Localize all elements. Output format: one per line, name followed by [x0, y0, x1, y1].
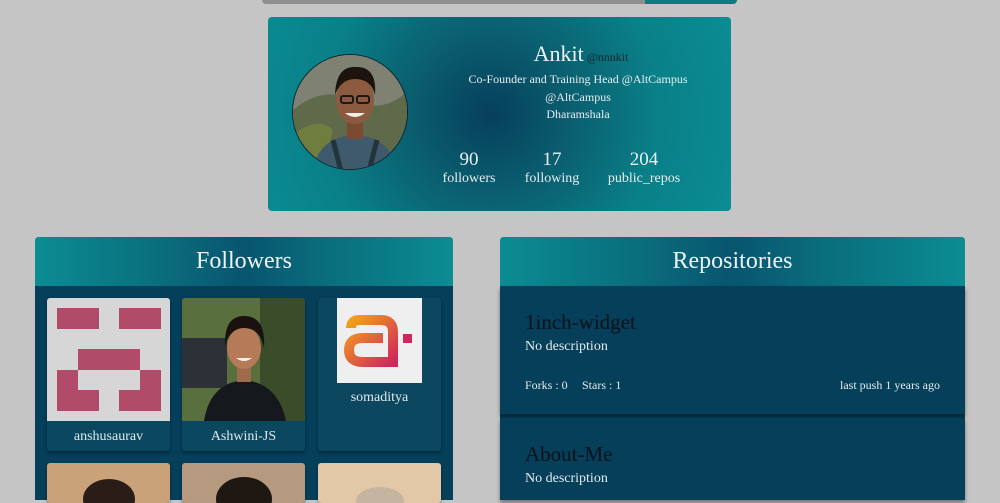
stat-followers-value: 90 — [459, 149, 479, 170]
stat-public-repos-value: 204 — [629, 149, 659, 170]
follower-card[interactable] — [182, 463, 305, 503]
stat-public-repos-label: public_repos — [607, 171, 681, 186]
stat-followers: 90 followers — [438, 150, 500, 188]
follower-card-anshusaurav[interactable]: anshusaurav — [47, 298, 170, 451]
follower-card-ashwini-js[interactable]: Ashwini-JS — [182, 298, 305, 451]
repo-forks: Forks : 0 — [525, 378, 568, 392]
repositories-panel: Repositories 1inch-widget No description… — [500, 237, 965, 500]
repo-description: No description — [525, 471, 608, 486]
stat-following-label: following — [524, 171, 580, 186]
repo-card-about-me[interactable]: About-Me No description — [500, 418, 965, 500]
follower-avatar — [47, 298, 170, 421]
follower-username[interactable]: somaditya — [318, 390, 441, 406]
profile-handle: @nnnkit — [586, 50, 629, 64]
follower-card[interactable] — [47, 463, 170, 503]
profile-avatar — [292, 54, 408, 170]
repo-description: No description — [525, 339, 608, 354]
follower-card[interactable] — [318, 463, 441, 503]
repositories-title: Repositories — [500, 237, 965, 286]
stat-public-repos: 204 public_repos — [602, 150, 686, 188]
followers-title: Followers — [35, 237, 453, 286]
follower-avatar — [182, 463, 305, 503]
repo-name[interactable]: 1inch-widget — [525, 310, 636, 335]
repo-stars: Stars : 1 — [582, 378, 622, 392]
follower-username[interactable]: Ashwini-JS — [182, 429, 305, 445]
profile-bio: Co-Founder and Training Head @AltCampus — [468, 72, 688, 86]
follower-avatar — [47, 463, 170, 503]
follower-avatar — [182, 298, 305, 421]
followers-panel: Followers anshusaurav Ashwini-JS somadit… — [35, 237, 453, 503]
repo-card-1inch-widget[interactable]: 1inch-widget No description Forks : 0 St… — [500, 286, 965, 414]
profile-location: Dharamshala — [546, 107, 610, 121]
profile-card: Ankit @nnnkit Co-Founder and Training Hea… — [268, 17, 731, 211]
follower-card-somaditya[interactable]: somaditya — [318, 298, 441, 451]
stat-followers-label: followers — [442, 171, 496, 186]
profile-name: Ankit — [533, 41, 584, 66]
repo-name[interactable]: About-Me — [525, 442, 613, 467]
follower-avatar — [318, 463, 441, 503]
scroll-progress-bar — [262, 0, 737, 4]
follower-username[interactable]: anshusaurav — [47, 429, 170, 445]
follower-avatar — [337, 298, 422, 383]
stat-following: 17 following — [518, 150, 586, 188]
profile-company: @AltCampus — [545, 89, 611, 104]
stat-following-value: 17 — [542, 149, 562, 170]
repo-last-push: last push 1 years ago — [840, 378, 940, 392]
